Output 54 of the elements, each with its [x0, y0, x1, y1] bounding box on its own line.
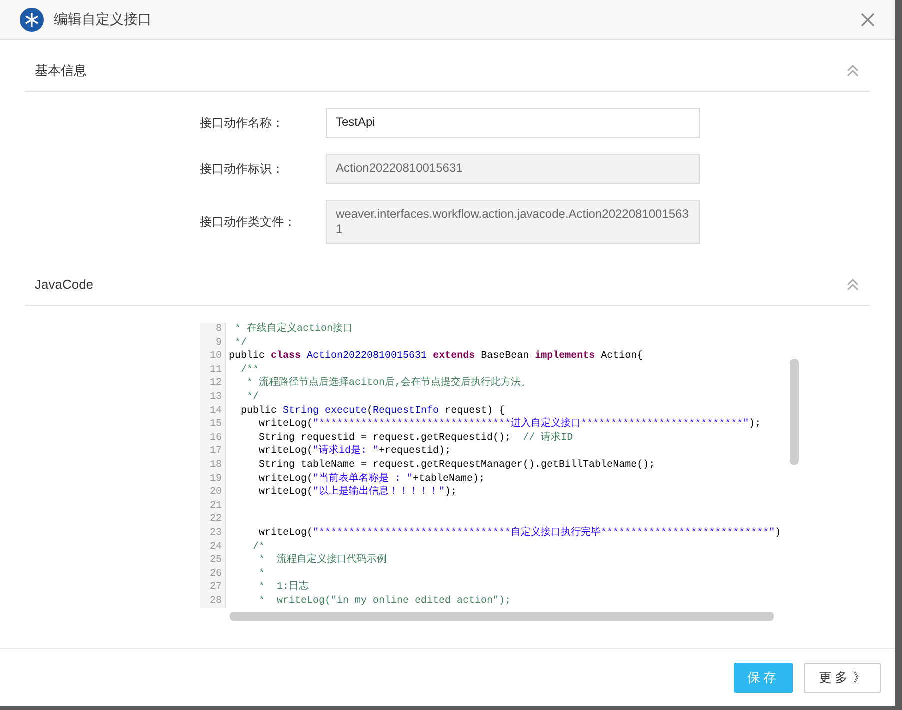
text-field[interactable]: TestApi: [326, 108, 700, 138]
code-line: writeLog("请求id是: "+requestid);: [258, 445, 452, 459]
line-number: 26: [200, 568, 226, 582]
code-line: writeLog("********************************进入自定义接口***************************");: [258, 418, 762, 432]
code-line: * 流程路径节点后选择aciton后,会在节点提交后执行此方法。: [246, 377, 532, 391]
field-label: 接口动作名称：: [200, 115, 285, 132]
section-title: 基本信息: [35, 62, 87, 80]
code-line: writeLog("当前表单名称是 : "+tableName);: [258, 472, 486, 486]
line-number: 9: [200, 336, 226, 350]
dialog-title: 编辑自定义接口: [54, 10, 152, 29]
code-line: *: [258, 568, 266, 582]
line-number: 12: [200, 377, 226, 391]
line-number: 19: [200, 472, 226, 486]
line-number: 8: [200, 323, 226, 337]
line-number: 25: [200, 554, 226, 568]
code-line: * 流程自定义接口代码示例: [258, 554, 388, 568]
code-line: */: [246, 390, 260, 405]
section-title: JavaCode: [35, 276, 94, 294]
code-line: */: [234, 336, 248, 350]
code-line: * writeLog("in my online edited action");: [258, 594, 512, 608]
code-line: public String execute(RequestInfo request) {: [240, 404, 506, 418]
code-line: /**: [240, 364, 260, 376]
line-number: 27: [200, 581, 226, 595]
line-number: 22: [200, 513, 226, 527]
line-number: 21: [200, 500, 226, 514]
code-line: public class Action20220810015631 extends BaseBean implements Action{: [228, 350, 644, 364]
line-number: 23: [200, 526, 226, 540]
line-number: 20: [200, 486, 226, 500]
snowflake-icon: [20, 8, 44, 32]
code-line: /*: [252, 540, 266, 554]
close-icon[interactable]: [861, 12, 875, 26]
code-line: String tableName = request.getRequestManager().getBillTableName();: [258, 458, 656, 472]
collapse-icon[interactable]: [846, 278, 860, 292]
code-line: writeLog("以上是输出信息！！！！！");: [258, 486, 458, 500]
line-number: 13: [200, 390, 226, 405]
line-number: 15: [200, 418, 226, 432]
more-button[interactable]: 更多》: [804, 662, 881, 692]
line-number: 17: [200, 445, 226, 459]
collapse-icon[interactable]: [846, 64, 860, 78]
line-number: 10: [200, 350, 226, 364]
code-line: writeLog("********************************自定义接口执行完毕****************************"): [258, 526, 782, 540]
code-line: String requestid = request.getRequestid(); // 请求ID: [258, 432, 574, 444]
line-number: 28: [200, 594, 226, 608]
line-number: 11: [200, 364, 226, 378]
horizontal-scrollbar[interactable]: [230, 612, 774, 621]
field-label: 接口动作标识：: [200, 161, 285, 178]
line-number: 16: [200, 432, 226, 446]
line-number: 24: [200, 540, 226, 554]
line-number: 18: [200, 458, 226, 473]
code-line: * 1:日志: [258, 581, 310, 595]
field-label: 接口动作类文件：: [200, 214, 297, 231]
line-number: 14: [200, 404, 226, 418]
code-line: * 在线自定义action接口: [234, 323, 354, 337]
vertical-scrollbar[interactable]: [790, 359, 799, 465]
